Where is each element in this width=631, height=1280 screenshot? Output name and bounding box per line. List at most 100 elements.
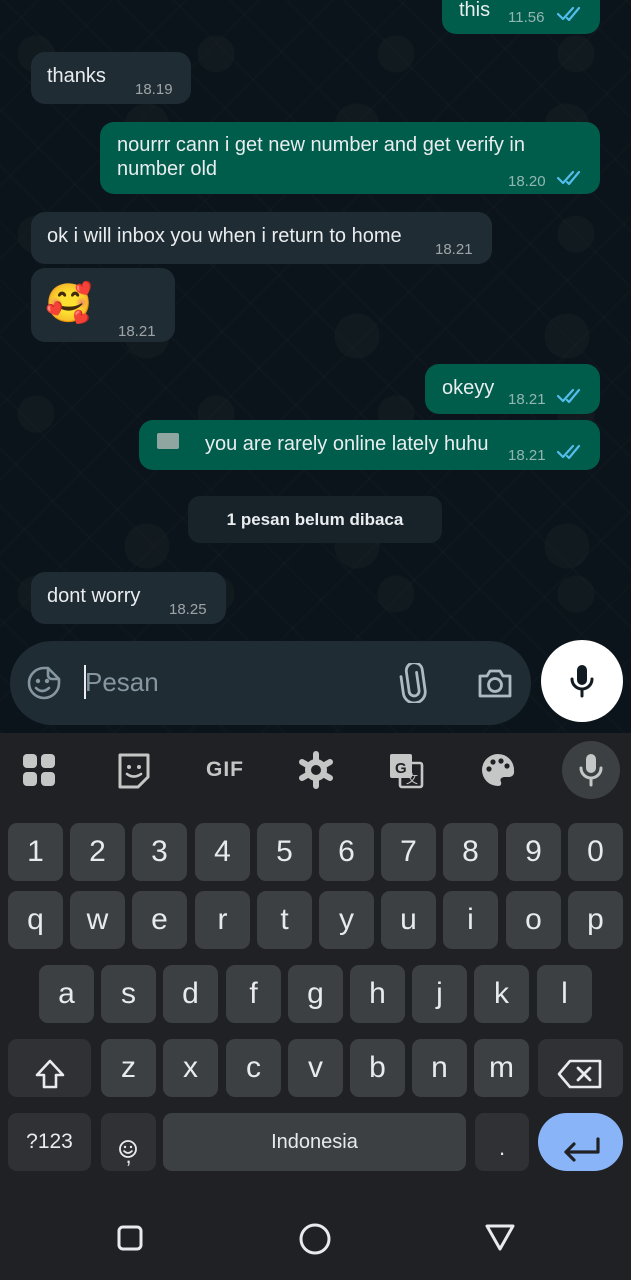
key-h[interactable]: h [350, 965, 405, 1023]
key-l[interactable]: l [537, 965, 592, 1023]
key-r[interactable]: r [195, 891, 250, 949]
system-navigation-bar [0, 1200, 631, 1280]
message-time: 18.19 [135, 81, 173, 98]
key-3[interactable]: 3 [132, 823, 187, 881]
message-bubble-outgoing[interactable]: this 11.56 [442, 0, 600, 34]
message-text: this [459, 0, 491, 21]
read-receipt-icon [556, 170, 586, 186]
document-icon [157, 433, 179, 449]
key-9[interactable]: 9 [506, 823, 561, 881]
key-a[interactable]: a [39, 965, 94, 1023]
message-bubble-incoming[interactable]: dont worry 18.25 [31, 572, 226, 624]
translate-icon[interactable]: G 文 [384, 751, 428, 789]
key-i[interactable]: i [443, 891, 498, 949]
key-7[interactable]: 7 [381, 823, 436, 881]
read-receipt-icon [556, 444, 586, 460]
sticker-icon[interactable] [112, 751, 156, 789]
mic-icon [579, 753, 603, 787]
gif-button[interactable]: GIF [200, 751, 250, 789]
key-p[interactable]: p [568, 891, 623, 949]
enter-key[interactable] [538, 1113, 623, 1171]
message-text-line-2: number old [117, 158, 218, 180]
mic-icon [569, 663, 595, 699]
space-key[interactable]: Indonesia [163, 1113, 466, 1171]
message-text: ok i will inbox you when i return to hom… [47, 225, 402, 247]
key-j[interactable]: j [412, 965, 467, 1023]
key-u[interactable]: u [381, 891, 436, 949]
message-time: 18.21 [118, 323, 156, 340]
backspace-key[interactable] [538, 1039, 623, 1097]
message-text: you are rarely online lately huhu [205, 433, 489, 455]
backspace-icon [556, 1052, 604, 1089]
symbols-key[interactable]: ?123 [8, 1113, 91, 1171]
message-text: okeyy [442, 377, 495, 399]
message-text: thanks [47, 65, 106, 87]
key-e[interactable]: e [132, 891, 187, 949]
settings-icon[interactable] [294, 751, 338, 789]
message-bubble-incoming[interactable]: thanks 18.19 [31, 52, 191, 104]
message-time: 18.21 [435, 241, 473, 258]
svg-text:文: 文 [406, 771, 418, 786]
apps-grid-icon[interactable] [18, 751, 62, 789]
read-receipt-icon [556, 6, 586, 22]
sticker-icon[interactable] [26, 665, 62, 701]
key-8[interactable]: 8 [443, 823, 498, 881]
key-t[interactable]: t [257, 891, 312, 949]
camera-icon[interactable] [476, 665, 514, 701]
key-s[interactable]: s [101, 965, 156, 1023]
key-k[interactable]: k [474, 965, 529, 1023]
key-m[interactable]: m [474, 1039, 529, 1097]
message-text: dont worry [47, 585, 141, 607]
key-o[interactable]: o [506, 891, 561, 949]
message-bubble-outgoing[interactable]: nourrr cann i get new number and get ver… [100, 122, 600, 194]
message-bubble-outgoing[interactable]: okeyy 18.21 [425, 364, 600, 414]
message-input-placeholder: Pesan [85, 667, 159, 697]
palette-icon[interactable] [476, 751, 520, 789]
key-q[interactable]: q [8, 891, 63, 949]
key-y[interactable]: y [319, 891, 374, 949]
keyboard-voice-button[interactable] [562, 741, 620, 799]
message-time: 18.25 [169, 601, 207, 618]
key-0[interactable]: 0 [568, 823, 623, 881]
period-key[interactable]: . [475, 1113, 529, 1171]
emoji-comma-key[interactable]: , [101, 1113, 156, 1171]
key-d[interactable]: d [163, 965, 218, 1023]
voice-record-button[interactable] [541, 640, 623, 722]
message-text-line-1: nourrr cann i get new number and get ver… [117, 134, 525, 156]
message-input[interactable]: Pesan [82, 659, 382, 707]
key-z[interactable]: z [101, 1039, 156, 1097]
home-button[interactable] [298, 1222, 332, 1256]
shift-icon [35, 1052, 65, 1089]
key-w[interactable]: w [70, 891, 125, 949]
enter-arrow-icon [560, 1127, 602, 1162]
key-f[interactable]: f [226, 965, 281, 1023]
key-1[interactable]: 1 [8, 823, 63, 881]
attach-icon[interactable] [396, 661, 430, 705]
message-bubble-outgoing[interactable]: you are rarely online lately huhu 18.21 [139, 420, 600, 470]
message-bubble-incoming[interactable]: ok i will inbox you when i return to hom… [31, 212, 492, 264]
key-n[interactable]: n [412, 1039, 467, 1097]
message-time: 18.21 [508, 447, 546, 464]
keyboard: GIF G 文 1 2 3 4 5 6 7 8 9 0 q w e r t y … [0, 733, 631, 1200]
unread-messages-banner: 1 pesan belum dibaca [188, 496, 442, 543]
key-2[interactable]: 2 [70, 823, 125, 881]
keyboard-toolbar: GIF G 文 [0, 733, 631, 809]
key-6[interactable]: 6 [319, 823, 374, 881]
chat-area[interactable]: this 11.56 thanks 18.19 nourrr cann i ge… [0, 0, 631, 733]
comma-label: , [125, 1143, 132, 1168]
key-x[interactable]: x [163, 1039, 218, 1097]
message-bubble-incoming[interactable]: 🥰 18.21 [31, 268, 175, 342]
key-c[interactable]: c [226, 1039, 281, 1097]
key-5[interactable]: 5 [257, 823, 312, 881]
key-g[interactable]: g [288, 965, 343, 1023]
message-time: 11.56 [508, 9, 545, 26]
back-button[interactable] [484, 1222, 516, 1252]
recents-button[interactable] [116, 1224, 144, 1252]
message-composer: Pesan [10, 641, 531, 725]
emoji-smiling-face-with-hearts: 🥰 [45, 283, 93, 325]
key-v[interactable]: v [288, 1039, 343, 1097]
svg-text:G: G [395, 760, 407, 777]
shift-key[interactable] [8, 1039, 91, 1097]
key-b[interactable]: b [350, 1039, 405, 1097]
key-4[interactable]: 4 [195, 823, 250, 881]
